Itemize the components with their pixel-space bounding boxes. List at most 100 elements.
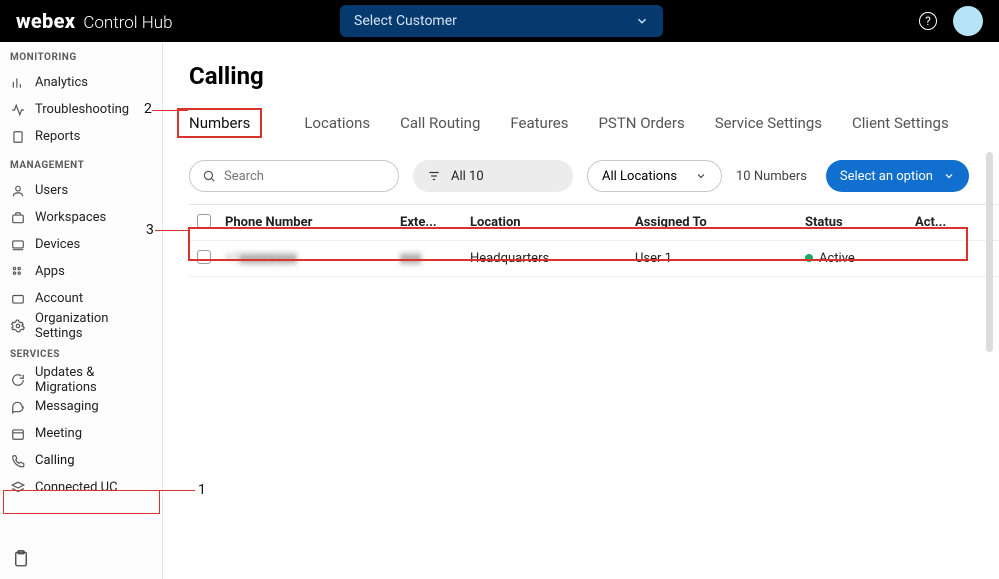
customer-select-label: Select Customer <box>354 13 457 29</box>
col-status[interactable]: Status <box>805 215 915 230</box>
col-phone[interactable]: Phone Number <box>225 215 400 230</box>
cell-assigned: User 1 <box>635 251 805 266</box>
table-row[interactable]: +1▮▮▮▮▮▮▮▮ ▮▮▮ Headquarters User 1 Activ… <box>189 241 999 277</box>
help-icon[interactable]: ? <box>919 12 937 30</box>
filter-pill[interactable]: All 10 <box>413 160 573 192</box>
gear-icon <box>10 318 25 333</box>
search-input[interactable] <box>224 169 390 184</box>
annotation-number-2: 2 <box>144 101 152 117</box>
count-label: 10 Numbers <box>736 169 807 184</box>
select-all-checkbox[interactable] <box>197 214 211 228</box>
sidebar-item-apps[interactable]: Apps <box>0 258 162 285</box>
sidebar-item-label: Reports <box>35 129 80 144</box>
sidebar-section-title: MONITORING <box>0 42 162 69</box>
annotation-line-3 <box>155 230 189 231</box>
sidebar-item-label: Workspaces <box>35 210 106 225</box>
col-actions[interactable]: Act... <box>915 215 965 230</box>
sidebar-item-connected-uc[interactable]: Connected UC <box>0 474 162 501</box>
pulse-icon <box>10 102 25 117</box>
row-checkbox-cell <box>189 250 225 268</box>
sidebar-item-label: Apps <box>35 264 65 279</box>
brand-logo: webex <box>16 9 75 33</box>
sidebar-item-label: Calling <box>35 453 75 468</box>
user-icon <box>10 183 25 198</box>
sidebar-item-label: Account <box>35 291 83 306</box>
sidebar-item-workspaces[interactable]: Workspaces <box>0 204 162 231</box>
tab-features[interactable]: Features <box>510 108 568 138</box>
tab-pstn-orders[interactable]: PSTN Orders <box>598 108 684 138</box>
sidebar-item-meeting[interactable]: Meeting <box>0 420 162 447</box>
sidebar-item-org-settings[interactable]: Organization Settings <box>0 312 162 339</box>
annotation-number-3: 3 <box>146 222 154 238</box>
select-all-cell <box>189 214 225 232</box>
sidebar-item-account[interactable]: Account <box>0 285 162 312</box>
tab-numbers[interactable]: Numbers <box>177 108 262 138</box>
sidebar-item-label: Meeting <box>35 426 82 441</box>
annotation-number-1: 1 <box>198 482 206 498</box>
phone-icon <box>10 453 25 468</box>
sidebar-item-label: Messaging <box>35 399 99 414</box>
tab-client-settings[interactable]: Client Settings <box>852 108 949 138</box>
page-title: Calling <box>189 62 999 90</box>
sidebar-section-title: MANAGEMENT <box>0 150 162 177</box>
device-icon <box>10 237 25 252</box>
main-scrollbar[interactable] <box>986 152 993 352</box>
sidebar-item-users[interactable]: Users <box>0 177 162 204</box>
col-assigned[interactable]: Assigned To <box>635 215 805 230</box>
stack-icon <box>10 480 25 495</box>
tabs: Numbers Locations Call Routing Features … <box>189 108 999 138</box>
search-icon <box>202 169 216 183</box>
sidebar-item-updates[interactable]: Updates & Migrations <box>0 366 162 393</box>
cell-status: Active <box>805 251 915 266</box>
col-extension[interactable]: Exte... <box>400 215 470 230</box>
document-icon <box>10 129 25 144</box>
chevron-down-icon <box>635 14 649 28</box>
calendar-icon <box>10 426 25 441</box>
sidebar-item-label: Organization Settings <box>35 311 152 341</box>
sidebar-item-label: Analytics <box>35 75 88 90</box>
sidebar-item-label: Updates & Migrations <box>35 365 152 395</box>
brand-subtitle: Control Hub <box>83 13 172 33</box>
clipboard-icon[interactable] <box>12 549 30 569</box>
sidebar: MONITORING Analytics Troubleshooting Rep… <box>0 42 163 579</box>
avatar[interactable] <box>953 6 983 36</box>
sidebar-item-messaging[interactable]: Messaging <box>0 393 162 420</box>
sidebar-item-calling[interactable]: Calling <box>0 447 162 474</box>
toolbar: All 10 All Locations 10 Numbers Select a… <box>189 160 999 192</box>
sidebar-item-devices[interactable]: Devices <box>0 231 162 258</box>
location-dropdown[interactable]: All Locations <box>587 160 722 192</box>
top-right-controls: ? <box>919 6 983 36</box>
annotation-line-2 <box>152 110 188 111</box>
customer-select-dropdown[interactable]: Select Customer <box>340 5 663 37</box>
briefcase-icon <box>10 210 25 225</box>
col-location[interactable]: Location <box>470 215 635 230</box>
cell-location: Headquarters <box>470 251 635 266</box>
brand: webex Control Hub <box>16 9 173 33</box>
row-checkbox[interactable] <box>197 250 211 264</box>
main-content: Calling Numbers Locations Call Routing F… <box>163 42 999 579</box>
select-option-button[interactable]: Select an option <box>826 160 969 192</box>
cell-extension: ▮▮▮ <box>400 251 470 266</box>
annotation-line-1 <box>160 490 195 491</box>
message-icon <box>10 399 25 414</box>
bar-chart-icon <box>10 75 25 90</box>
sidebar-section-title: SERVICES <box>0 339 162 366</box>
numbers-table: Phone Number Exte... Location Assigned T… <box>189 204 999 277</box>
sidebar-item-troubleshooting[interactable]: Troubleshooting <box>0 96 162 123</box>
chevron-down-icon <box>943 170 955 182</box>
search-box[interactable] <box>189 160 399 192</box>
sidebar-item-analytics[interactable]: Analytics <box>0 69 162 96</box>
sidebar-item-label: Troubleshooting <box>35 102 129 117</box>
refresh-icon <box>10 372 25 387</box>
select-option-label: Select an option <box>840 169 933 184</box>
chevron-down-icon <box>695 170 707 182</box>
tab-service-settings[interactable]: Service Settings <box>715 108 822 138</box>
tab-locations[interactable]: Locations <box>304 108 370 138</box>
tab-call-routing[interactable]: Call Routing <box>400 108 480 138</box>
sidebar-item-label: Connected UC <box>35 480 118 495</box>
top-bar: webex Control Hub Select Customer ? <box>0 0 999 42</box>
sidebar-item-label: Devices <box>35 237 80 252</box>
grid-icon <box>10 264 25 279</box>
sidebar-item-reports[interactable]: Reports <box>0 123 162 150</box>
sidebar-item-label: Users <box>35 183 68 198</box>
